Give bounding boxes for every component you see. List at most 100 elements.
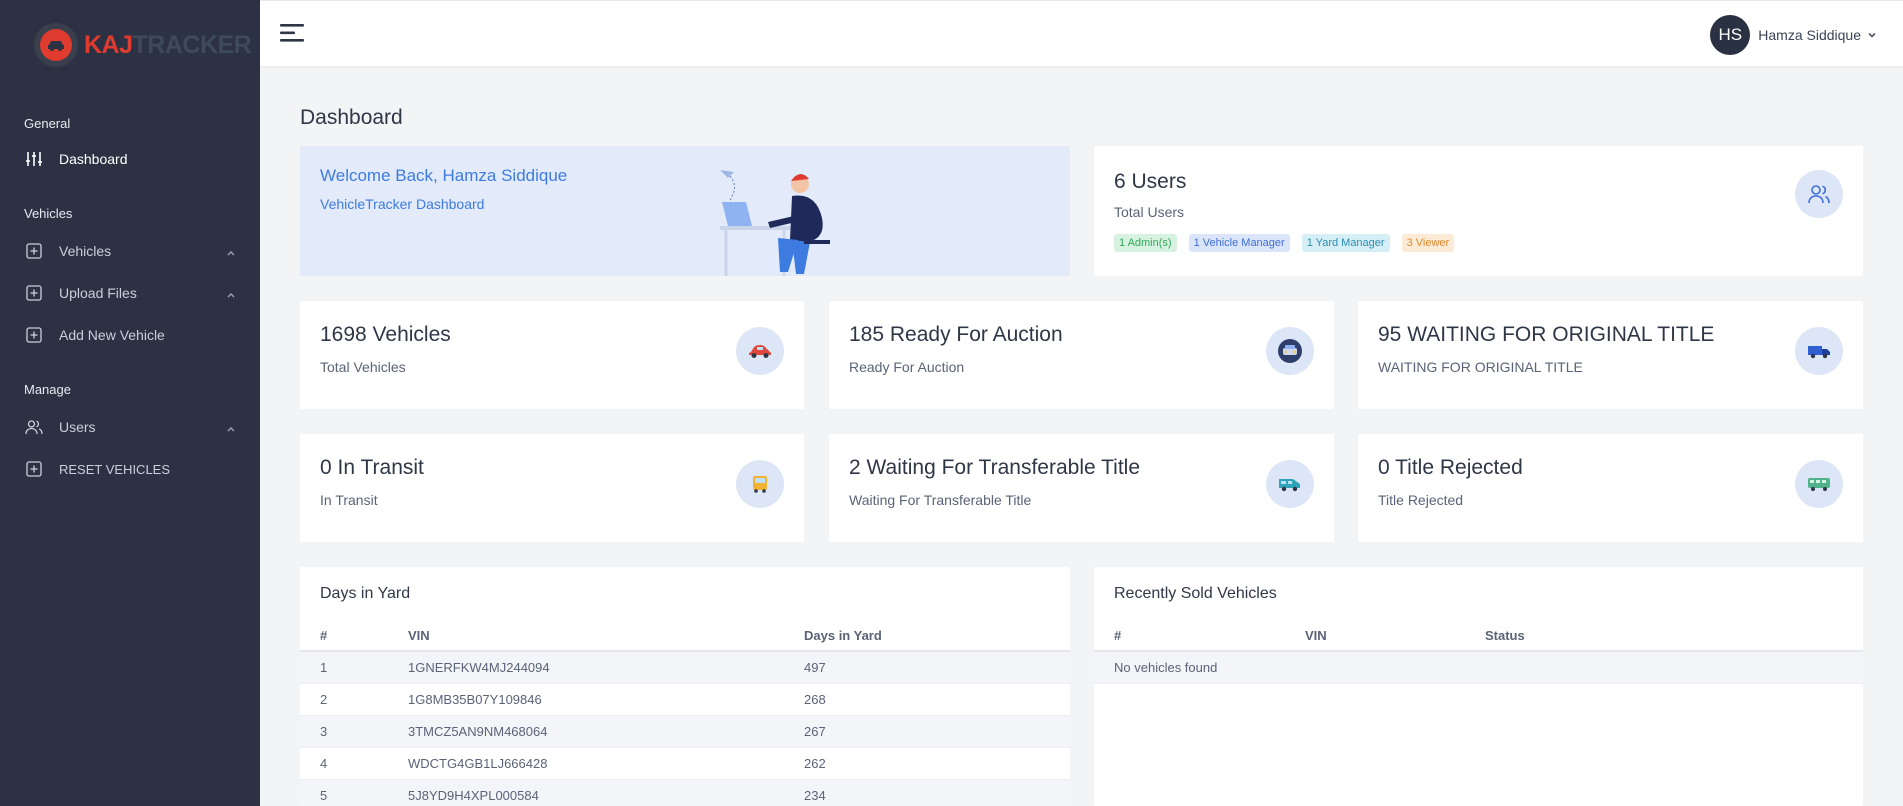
row-index: 2: [300, 683, 388, 716]
row-days: 268: [784, 683, 1070, 716]
app-logo[interactable]: KAJTRACKER: [34, 22, 252, 68]
sidebar: KAJTRACKER General Dashboard Vehicles Ve…: [0, 0, 260, 806]
panel-title: Recently Sold Vehicles: [1114, 585, 1277, 602]
sidebar-item-vehicles[interactable]: Vehicles: [24, 236, 236, 266]
bus-icon: [736, 460, 784, 508]
sidebar-item-label: Add New Vehicle: [59, 327, 165, 343]
plus-square-icon: [24, 241, 44, 261]
hamburger-icon: [280, 24, 304, 42]
logo-badge: [34, 23, 78, 67]
minibus-icon: [1795, 460, 1843, 508]
stat-title: 0 In Transit: [320, 456, 424, 479]
stat-subtitle: In Transit: [320, 492, 378, 508]
table-row[interactable]: 3 3TMCZ5AN9NM468064 267: [300, 715, 1070, 748]
menu-toggle-button[interactable]: [280, 23, 304, 48]
stat-title: 95 WAITING FOR ORIGINAL TITLE: [1378, 323, 1715, 346]
users-count: 6 Users: [1114, 170, 1187, 193]
nav-section-vehicles: Vehicles: [24, 206, 73, 221]
row-days: 262: [784, 747, 1070, 780]
row-vin: 5J8YD9H4XPL000584: [388, 779, 784, 806]
car-front-icon: [1266, 327, 1314, 375]
sidebar-item-users[interactable]: Users: [24, 412, 236, 442]
stat-card-waiting-for-original-title[interactable]: 95 WAITING FOR ORIGINAL TITLE WAITING FO…: [1358, 301, 1863, 409]
stat-subtitle: Ready For Auction: [849, 359, 965, 375]
avatar: HS: [1710, 15, 1751, 55]
badge-admins: 1 Admin(s): [1114, 234, 1177, 252]
stat-card-waiting-for-transferable-title[interactable]: 2 Waiting For Transferable Title Waiting…: [829, 434, 1334, 542]
stat-card-title-rejected[interactable]: 0 Title Rejected Title Rejected: [1358, 434, 1863, 542]
sidebar-item-label: Dashboard: [59, 151, 128, 167]
chevron-down-icon: [1867, 26, 1877, 44]
nav-section-manage: Manage: [24, 382, 71, 397]
column-header: #: [1094, 621, 1285, 652]
users-subtitle: Total Users: [1114, 204, 1185, 220]
badge-viewer: 3 Viewer: [1401, 234, 1455, 252]
row-index: 3: [300, 715, 388, 748]
stat-subtitle: Waiting For Transferable Title: [849, 492, 1032, 508]
plus-square-icon: [24, 283, 44, 303]
column-header: VIN: [1285, 621, 1465, 652]
car-logo-icon: [48, 41, 64, 51]
table-row[interactable]: 1 1GNERFKW4MJ244094 497: [300, 651, 1070, 684]
truck-icon: [1795, 327, 1843, 375]
row-vin: 3TMCZ5AN9NM468064: [388, 715, 784, 748]
logo-text-part2: TRACKER: [132, 30, 252, 59]
sidebar-item-upload-files[interactable]: Upload Files: [24, 278, 236, 308]
sidebar-item-label: RESET VEHICLES: [59, 461, 171, 477]
empty-message: No vehicles found: [1094, 651, 1863, 684]
logo-text: KAJTRACKER: [84, 30, 252, 60]
badge-vehicle-manager: 1 Vehicle Manager: [1188, 234, 1290, 252]
recently-sold-panel: Recently Sold Vehicles # VIN Status No v…: [1094, 567, 1863, 806]
stat-title: 1698 Vehicles: [320, 323, 451, 346]
sidebar-item-add-new-vehicle[interactable]: Add New Vehicle: [24, 320, 236, 350]
person-at-laptop-illustration: [720, 170, 830, 276]
stat-subtitle: WAITING FOR ORIGINAL TITLE: [1378, 359, 1583, 375]
panel-title: Days in Yard: [320, 585, 411, 602]
table-row[interactable]: 5 5J8YD9H4XPL000584 234: [300, 779, 1070, 806]
table-row[interactable]: 2 1G8MB35B07Y109846 268: [300, 683, 1070, 716]
role-badges: 1 Admin(s) 1 Vehicle Manager 1 Yard Mana…: [1114, 234, 1455, 252]
sidebar-item-label: Users: [59, 419, 96, 435]
logo-text-part1: KAJ: [84, 30, 133, 59]
stat-card-total-vehicles[interactable]: 1698 Vehicles Total Vehicles: [300, 301, 804, 409]
stat-title: 185 Ready For Auction: [849, 323, 1063, 346]
welcome-title: Welcome Back, Hamza Siddique: [320, 166, 568, 185]
welcome-subtitle: VehicleTracker Dashboard: [320, 196, 485, 212]
chevron-up-icon: [226, 244, 236, 260]
van-icon: [1266, 460, 1314, 508]
badge-yard-manager: 1 Yard Manager: [1301, 234, 1390, 252]
row-days: 234: [784, 779, 1070, 806]
stat-card-in-transit[interactable]: 0 In Transit In Transit: [300, 434, 804, 542]
column-header: Status: [1465, 621, 1863, 652]
days-in-yard-panel: Days in Yard # VIN Days in Yard 1 1GNERF…: [300, 567, 1070, 806]
sidebar-item-label: Upload Files: [59, 285, 137, 301]
recently-sold-table: # VIN Status No vehicles found: [1094, 621, 1863, 684]
row-index: 4: [300, 747, 388, 780]
stat-title: 0 Title Rejected: [1378, 456, 1523, 479]
row-vin: WDCTG4GB1LJ666428: [388, 747, 784, 780]
chevron-up-icon: [226, 420, 236, 436]
chevron-up-icon: [226, 286, 236, 302]
column-header: Days in Yard: [784, 621, 1070, 652]
sliders-icon: [24, 149, 44, 169]
empty-row: No vehicles found: [1094, 651, 1863, 684]
nav-section-general: General: [24, 116, 71, 131]
sidebar-item-label: Vehicles: [59, 243, 112, 259]
car-icon: [736, 327, 784, 375]
row-days: 497: [784, 651, 1070, 684]
row-vin: 1G8MB35B07Y109846: [388, 683, 784, 716]
stat-title: 2 Waiting For Transferable Title: [849, 456, 1141, 479]
row-days: 267: [784, 715, 1070, 748]
row-vin: 1GNERFKW4MJ244094: [388, 651, 784, 684]
sidebar-item-dashboard[interactable]: Dashboard: [24, 144, 236, 174]
table-row[interactable]: 4 WDCTG4GB1LJ666428 262: [300, 747, 1070, 780]
row-index: 5: [300, 779, 388, 806]
stat-card-ready-for-auction[interactable]: 185 Ready For Auction Ready For Auction: [829, 301, 1334, 409]
topbar: HS Hamza Siddique: [260, 0, 1903, 66]
column-header: VIN: [388, 621, 784, 652]
user-menu[interactable]: HS Hamza Siddique: [1710, 15, 1877, 55]
stat-subtitle: Title Rejected: [1378, 492, 1464, 508]
users-icon: [24, 417, 44, 437]
sidebar-item-reset-vehicles[interactable]: RESET VEHICLES: [24, 454, 236, 484]
stat-subtitle: Total Vehicles: [320, 359, 406, 375]
